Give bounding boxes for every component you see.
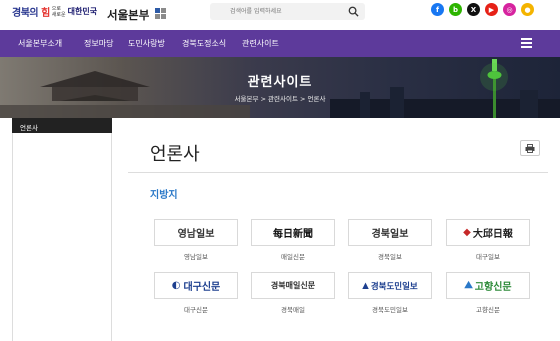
nav-item-community[interactable]: 도민사랑방 <box>128 38 165 49</box>
nav-item-news[interactable]: 경북도정소식 <box>182 38 226 49</box>
newspaper-caption: 경북일보 <box>378 253 402 261</box>
youtube-icon[interactable]: ▶ <box>485 3 498 16</box>
hamburger-menu-icon[interactable] <box>521 38 532 48</box>
blog-icon[interactable]: b <box>449 3 462 16</box>
logo-nation: 대한민국 <box>67 7 98 16</box>
print-button[interactable] <box>520 140 540 156</box>
page-title: 언론사 <box>150 144 200 165</box>
brand-squares-icon <box>155 8 166 19</box>
nav-item-about[interactable]: 서울본부소개 <box>18 38 62 49</box>
top-bar: 경북의 힘 으로 새로운 대한민국 서울본부 fbX ▶ ◎ ● <box>0 0 560 30</box>
newspaper-caption: 대구일보 <box>476 253 500 261</box>
instagram-icon[interactable]: ◎ <box>503 3 516 16</box>
domin-mark-icon: ▲ <box>362 280 369 291</box>
brand-square <box>155 8 160 13</box>
brand-square <box>155 14 160 19</box>
breadcrumb: 서울본부 > 관련사이트 > 언론사 <box>234 95 326 103</box>
newspaper-logo-gyeongbuk-ilbo[interactable]: 경북일보 <box>348 219 432 246</box>
newspaper-caption: 고향신문 <box>476 306 500 314</box>
newspaper-caption: 매일신문 <box>281 253 305 261</box>
nav-item-related-sites[interactable]: 관련사이트 <box>242 38 279 49</box>
kakao-icon[interactable]: ● <box>521 3 534 16</box>
x-icon[interactable]: X <box>467 3 480 16</box>
title-divider <box>128 172 548 173</box>
newspaper-logo-gyeongbuk-maeil[interactable]: 경북매일신문 <box>251 272 335 299</box>
facebook-icon[interactable]: f <box>431 3 444 16</box>
newspaper-logo-yeongnam[interactable]: 영남일보 <box>154 219 238 246</box>
newspaper-caption: 대구신문 <box>184 306 208 314</box>
page-banner: 관련사이트 서울본부 > 관련사이트 > 언론사 <box>0 57 560 118</box>
sidebar-item-press[interactable]: 언론사 <box>12 118 112 133</box>
newspaper-caption: 경북도민일보 <box>372 306 408 314</box>
newspaper-logo-gohyang[interactable]: ⛰ 고향신문 <box>446 272 530 299</box>
gohyang-mark-icon: ⛰ <box>464 280 473 291</box>
newspaper-logo-daegu-sinmun[interactable]: ◐ 대구신문 <box>154 272 238 299</box>
banner-title: 관련사이트 <box>247 75 313 90</box>
main-nav: 서울본부소개 정보마당 도민사랑방 경북도정소식 관련사이트 <box>0 30 560 57</box>
daegu-ilbo-mark-icon: ◆ <box>463 227 471 238</box>
site-title[interactable]: 서울본부 <box>107 7 149 23</box>
search-box <box>210 3 365 20</box>
newspaper-logo-maeil[interactable]: 每日新聞 <box>251 219 335 246</box>
nav-item-info[interactable]: 정보마당 <box>84 38 113 49</box>
brand-square <box>161 14 166 19</box>
brand-square <box>161 8 166 13</box>
newspaper-caption: 경북매일 <box>281 306 305 314</box>
newspaper-logo-gyeongbuk-domin[interactable]: ▲ 경북도민일보 <box>348 272 432 299</box>
gyeongbuk-logo[interactable]: 경북의 힘 으로 새로운 대한민국 <box>12 4 98 20</box>
newspaper-logo-daegu-ilbo[interactable]: ◆ 大邱日報 <box>446 219 530 246</box>
newspaper-caption: 영남일보 <box>184 253 208 261</box>
section-title: 지방지 <box>150 190 178 201</box>
sidebar <box>12 133 112 341</box>
search-icon[interactable] <box>348 6 359 17</box>
daegu-sinmun-mark-icon: ◐ <box>171 280 181 291</box>
logo-mark: 경북의 힘 <box>12 8 50 19</box>
search-input[interactable] <box>210 3 345 20</box>
print-icon <box>525 143 535 153</box>
logo-small-text: 으로 새로운 <box>51 5 66 18</box>
